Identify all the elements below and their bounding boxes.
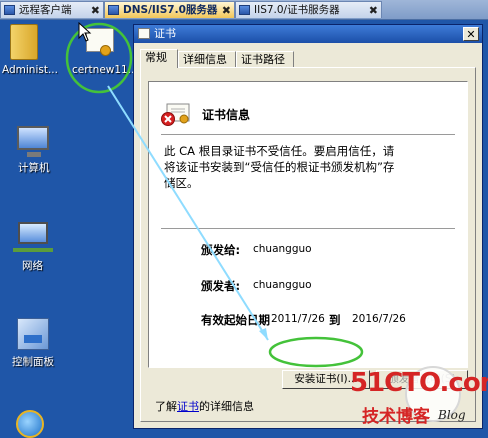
network-icon [13, 222, 53, 252]
remote-session-tabstrip: 远程客户端 ✖ DNS/IIS7.0服务器 ✖ IIS7.0/证书服务器 ✖ [0, 0, 488, 20]
tab-close-icon[interactable]: ✖ [91, 2, 100, 18]
desktop-icon-label: certnew11... [72, 64, 138, 76]
dialog-titlebar[interactable]: 证书 ✕ [134, 25, 482, 43]
trust-warning-text: 此 CA 根目录证书不受信任。要启用信任，请将该证书安装到“受信任的根证书颁发机… [164, 144, 395, 190]
desktop-icon-label: 控制面板 [12, 356, 54, 368]
tab-iis-cert-server[interactable]: IIS7.0/证书服务器 ✖ [235, 1, 382, 18]
internet-explorer-icon[interactable] [16, 410, 44, 438]
watermark: 51CTO.com 技术博客 Blog [350, 368, 488, 434]
desktop-icon-label: 计算机 [18, 162, 50, 174]
computer-icon [17, 126, 49, 157]
tab-label: DNS/IIS7.0服务器 [123, 4, 218, 16]
valid-from-label: 有效起始日期 [201, 313, 270, 327]
issued-by-label: 颁发者: [201, 279, 241, 293]
certificate-icon [138, 28, 150, 39]
valid-to-word: 到 [329, 313, 341, 327]
learn-more-prefix: 了解 [155, 400, 177, 413]
tab-dns-iis-server[interactable]: DNS/IIS7.0服务器 ✖ [104, 1, 235, 18]
divider [161, 134, 455, 135]
certificate-info-title: 证书信息 [202, 108, 251, 122]
folder-icon [10, 24, 38, 60]
remote-desktop-icon [4, 5, 15, 15]
remote-desktop-icon [239, 5, 250, 15]
mouse-cursor-icon [78, 22, 92, 42]
certificate-info-box: 证书信息 此 CA 根目录证书不受信任。要启用信任，请将该证书安装到“受信任的根… [148, 81, 468, 368]
valid-from-date: 2011/7/26 [271, 313, 325, 325]
dialog-title: 证书 [154, 27, 176, 40]
tab-close-icon[interactable]: ✖ [222, 2, 231, 18]
tab-label: IIS7.0/证书服务器 [254, 4, 340, 16]
valid-to-date: 2016/7/26 [352, 313, 406, 325]
learn-more-row: 了解证书的详细信息 [155, 398, 254, 414]
tab-remote-client[interactable]: 远程客户端 ✖ [0, 1, 104, 18]
certificate-help-link[interactable]: 证书 [177, 400, 199, 413]
divider [161, 228, 455, 229]
certificate-error-icon [161, 103, 190, 126]
watermark-site: 51CTO.com [350, 368, 488, 398]
watermark-blog: Blog [438, 408, 466, 422]
desktop-icon-label: 网络 [22, 260, 43, 272]
tab-details[interactable]: 详细信息 [178, 51, 236, 67]
remote-desktop-icon [108, 5, 119, 15]
close-button[interactable]: ✕ [463, 27, 479, 41]
desktop-icon-label: Administ... [2, 64, 58, 76]
tab-certification-path[interactable]: 证书路径 [236, 51, 294, 67]
learn-more-suffix: 的详细信息 [199, 400, 254, 413]
tab-label: 远程客户端 [19, 4, 72, 16]
tab-general[interactable]: 常规 [140, 49, 178, 68]
watermark-tagline: 技术博客 [362, 407, 430, 427]
issued-to-value: chuangguo [253, 243, 312, 255]
issued-to-label: 颁发给: [201, 243, 241, 257]
control-panel-icon [17, 318, 49, 350]
issued-by-value: chuangguo [253, 279, 312, 291]
tab-close-icon[interactable]: ✖ [369, 2, 378, 18]
